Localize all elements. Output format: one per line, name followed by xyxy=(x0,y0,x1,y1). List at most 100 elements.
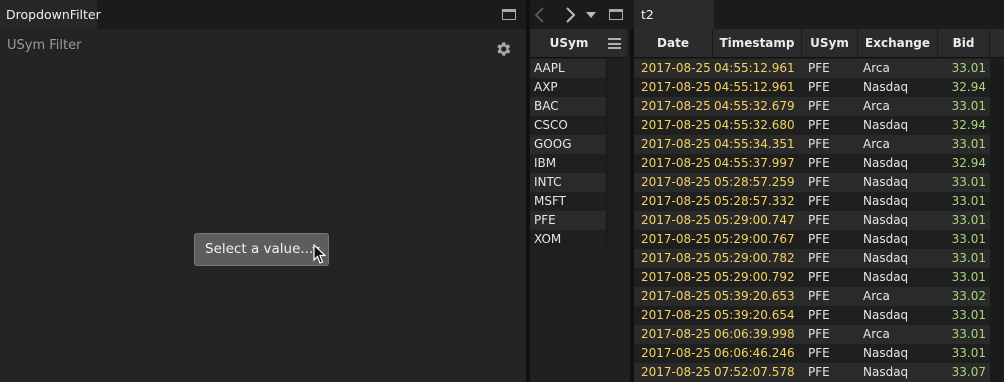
timestamp-cell: 04:55:34.351 xyxy=(714,137,795,151)
usym-list-item[interactable]: AXP xyxy=(530,78,606,97)
exchange-cell: Arca xyxy=(863,99,890,113)
usym-cell: PFE xyxy=(808,289,830,303)
caret-down-icon[interactable] xyxy=(586,12,596,18)
chevron-right-icon[interactable] xyxy=(563,6,577,24)
exchange-cell: Arca xyxy=(863,289,890,303)
table-row[interactable]: 2017-08-25 05:39:20.654 PFE Nasdaq 33.01 xyxy=(634,306,1004,325)
date-cell: 2017-08-25 xyxy=(641,251,711,265)
usym-list-item[interactable]: AAPL xyxy=(530,59,606,78)
bid-cell: 33.01 xyxy=(951,137,986,151)
bid-cell: 33.01 xyxy=(951,213,986,227)
date-cell: 2017-08-25 xyxy=(641,99,711,113)
bid-cell: 32.94 xyxy=(951,118,986,132)
timestamp-cell: 04:55:12.961 xyxy=(714,61,795,75)
usym-cell: PFE xyxy=(808,251,830,265)
table-row[interactable]: 2017-08-25 05:28:57.332 PFE Nasdaq 33.01 xyxy=(634,192,1004,211)
bid-cell: 33.01 xyxy=(951,175,986,189)
exchange-cell: Nasdaq xyxy=(863,251,909,265)
date-cell: 2017-08-25 xyxy=(641,213,711,227)
date-cell: 2017-08-25 xyxy=(641,137,711,151)
table-row[interactable]: 2017-08-25 05:29:00.747 PFE Nasdaq 33.01 xyxy=(634,211,1004,230)
date-cell: 2017-08-25 xyxy=(641,308,711,322)
bid-cell: 33.01 xyxy=(951,251,986,265)
gear-icon[interactable] xyxy=(494,40,512,58)
timestamp-cell: 04:55:32.680 xyxy=(714,118,795,132)
table-row[interactable]: 2017-08-25 04:55:32.680 PFE Nasdaq 32.94 xyxy=(634,116,1004,135)
usym-cell: PFE xyxy=(808,137,830,151)
table-row[interactable]: 2017-08-25 06:06:46.246 PFE Nasdaq 33.01 xyxy=(634,344,1004,363)
usym-cell: PFE xyxy=(808,194,830,208)
maximize-icon[interactable] xyxy=(502,9,516,20)
column-header-exchange[interactable]: Exchange xyxy=(858,29,938,58)
timestamp-cell: 06:06:39.998 xyxy=(714,327,795,341)
exchange-cell: Nasdaq xyxy=(863,270,909,284)
bid-cell: 33.01 xyxy=(951,61,986,75)
timestamp-cell: 04:55:32.679 xyxy=(714,99,795,113)
bid-cell: 33.07 xyxy=(951,365,986,379)
date-cell: 2017-08-25 xyxy=(641,80,711,94)
table-row[interactable]: 2017-08-25 05:39:20.653 PFE Arca 33.02 xyxy=(634,287,1004,306)
usym-list-item[interactable]: CSCO xyxy=(530,116,606,135)
exchange-cell: Nasdaq xyxy=(863,365,909,379)
timestamp-cell: 05:39:20.654 xyxy=(714,308,795,322)
value-select-dropdown[interactable]: Select a value... xyxy=(194,233,329,266)
bid-cell: 33.01 xyxy=(951,308,986,322)
table-row[interactable]: 2017-08-25 05:29:00.782 PFE Nasdaq 33.01 xyxy=(634,249,1004,268)
usym-list-divider xyxy=(606,59,607,249)
maximize-icon[interactable] xyxy=(609,9,623,20)
bid-cell: 33.01 xyxy=(951,346,986,360)
usym-cell: PFE xyxy=(808,270,830,284)
bid-cell: 33.01 xyxy=(951,327,986,341)
timestamp-cell: 04:55:37.997 xyxy=(714,156,795,170)
filter-title: USym Filter xyxy=(7,38,82,53)
column-header-usym[interactable]: USym xyxy=(802,29,858,58)
column-header-timestamp[interactable]: Timestamp xyxy=(713,29,802,58)
mouse-pointer-icon xyxy=(313,244,327,264)
exchange-cell: Nasdaq xyxy=(863,118,909,132)
exchange-cell: Nasdaq xyxy=(863,346,909,360)
usym-cell: PFE xyxy=(808,99,830,113)
table-row[interactable]: 2017-08-25 05:29:00.767 PFE Nasdaq 33.01 xyxy=(634,230,1004,249)
usym-cell: PFE xyxy=(808,61,830,75)
bid-cell: 33.01 xyxy=(951,232,986,246)
timestamp-cell: 05:29:00.782 xyxy=(714,251,795,265)
usym-list-item[interactable]: GOOG xyxy=(530,135,606,154)
right-tab-bar xyxy=(530,0,1004,29)
usym-list-item[interactable]: INTC xyxy=(530,173,606,192)
usym-list-item[interactable]: PFE xyxy=(530,211,606,230)
date-cell: 2017-08-25 xyxy=(641,270,711,284)
table-row[interactable]: 2017-08-25 04:55:32.679 PFE Arca 33.01 xyxy=(634,97,1004,116)
usym-cell: PFE xyxy=(808,365,830,379)
table-row[interactable]: 2017-08-25 07:52:07.578 PFE Nasdaq 33.07 xyxy=(634,363,1004,382)
usym-cell: PFE xyxy=(808,175,830,189)
table-row[interactable]: 2017-08-25 04:55:12.961 PFE Nasdaq 32.94 xyxy=(634,78,1004,97)
table-row[interactable]: 2017-08-25 06:06:39.998 PFE Arca 33.01 xyxy=(634,325,1004,344)
usym-list-item[interactable]: XOM xyxy=(530,230,606,249)
table-row[interactable]: 2017-08-25 04:55:12.961 PFE Arca 33.01 xyxy=(634,59,1004,78)
column-header-bid[interactable]: Bid xyxy=(938,29,990,58)
usym-list-item[interactable]: BAC xyxy=(530,97,606,116)
usym-list-item[interactable]: IBM xyxy=(530,154,606,173)
tab-t2[interactable]: t2 xyxy=(634,0,714,29)
exchange-cell: Nasdaq xyxy=(863,156,909,170)
timestamp-cell: 05:28:57.259 xyxy=(714,175,795,189)
column-header-date[interactable]: Date xyxy=(634,29,713,58)
date-cell: 2017-08-25 xyxy=(641,61,711,75)
bid-cell: 33.01 xyxy=(951,99,986,113)
table-row[interactable]: 2017-08-25 04:55:37.997 PFE Nasdaq 32.94 xyxy=(634,154,1004,173)
table-scrollbar[interactable] xyxy=(990,59,1004,382)
exchange-cell: Nasdaq xyxy=(863,175,909,189)
tab-dropdown-filter[interactable]: DropdownFilter xyxy=(0,0,101,29)
usym-list-item[interactable]: MSFT xyxy=(530,192,606,211)
table-row[interactable]: 2017-08-25 05:28:57.259 PFE Nasdaq 33.01 xyxy=(634,173,1004,192)
date-cell: 2017-08-25 xyxy=(641,346,711,360)
bid-cell: 33.02 xyxy=(951,289,986,303)
table-row[interactable]: 2017-08-25 05:29:00.792 PFE Nasdaq 33.01 xyxy=(634,268,1004,287)
usym-column-header[interactable]: USym xyxy=(530,29,608,58)
timestamp-cell: 04:55:12.961 xyxy=(714,80,795,94)
date-cell: 2017-08-25 xyxy=(641,194,711,208)
table-row[interactable]: 2017-08-25 04:55:34.351 PFE Arca 33.01 xyxy=(634,135,1004,154)
chevron-left-icon[interactable] xyxy=(533,6,547,24)
hamburger-menu-icon[interactable] xyxy=(608,38,621,49)
timestamp-cell: 05:29:00.792 xyxy=(714,270,795,284)
